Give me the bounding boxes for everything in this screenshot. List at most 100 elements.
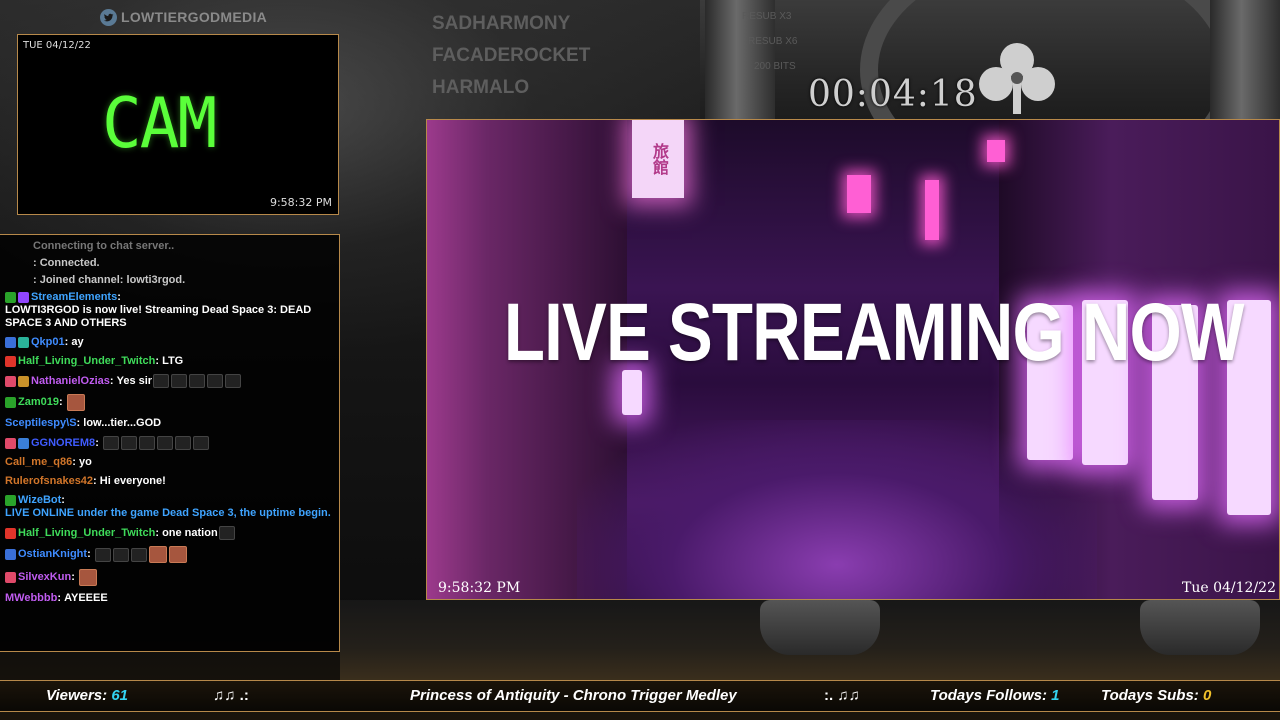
chat-emote-icon xyxy=(218,526,235,540)
chat-emote-icon xyxy=(138,436,155,450)
chat-badge-icon xyxy=(5,356,16,367)
chat-message-text: LTG xyxy=(162,355,184,367)
chat-badge-icon xyxy=(18,337,29,348)
chat-username[interactable]: Zam019 xyxy=(18,396,59,409)
neon-light xyxy=(847,175,871,213)
chat-badge-icon xyxy=(5,292,16,303)
chat-username[interactable]: Sceptilespy\S xyxy=(5,417,77,430)
viewers-count: 61 xyxy=(111,687,129,704)
chat-message: SilvexKun: xyxy=(5,569,333,586)
chat-emote-icon xyxy=(189,374,206,388)
live-streaming-title: LIVE STREAMING NOW xyxy=(503,287,1245,378)
chat-message: Sceptilespy\S: low...tier...GOD xyxy=(5,417,333,430)
music-note-right-icon: :. ♫♫ xyxy=(824,687,860,704)
chat-username[interactable]: Call_me_q86 xyxy=(5,456,72,469)
now-playing-song: Princess of Antiquity - Chrono Trigger M… xyxy=(410,687,737,704)
pillar-base xyxy=(1140,600,1260,655)
video-date: Tue 04/12/22 xyxy=(1182,580,1276,596)
cam-time: 9:58:32 PM xyxy=(269,196,332,209)
pillar-base xyxy=(760,600,880,655)
neon-light xyxy=(987,140,1005,162)
chat-message: WizeBot: LIVE ONLINE under the game Dead… xyxy=(5,494,333,520)
chat-message: Call_me_q86: yo xyxy=(5,456,333,469)
chat-username[interactable]: WizeBot xyxy=(18,494,61,507)
chat-badge-icon xyxy=(18,437,29,449)
chat-username[interactable]: StreamElements xyxy=(31,291,117,304)
recent-event-type: RESUB X6 xyxy=(748,36,798,47)
chat-system-message: : Connected. xyxy=(33,257,100,269)
chat-badge-icon xyxy=(5,375,16,387)
chat-username[interactable]: Half_Living_Under_Twitch xyxy=(18,527,155,540)
chat-panel[interactable]: Connecting to chat server.. : Connected.… xyxy=(0,234,340,652)
chat-separator: : xyxy=(109,374,117,387)
chat-badge-icon xyxy=(5,527,16,539)
recent-event-name: HARMALO xyxy=(432,77,530,98)
neon-light xyxy=(925,180,939,240)
video-time: 9:58:32 PM xyxy=(438,580,521,596)
chat-badge-icon xyxy=(18,375,29,387)
neon-sign-text: 旅館 xyxy=(650,143,667,175)
chat-separator: : xyxy=(71,571,78,583)
webcam-placeholder: TUE 04/12/22 CAM 9:58:32 PM xyxy=(17,34,339,215)
cam-date: TUE 04/12/22 xyxy=(23,40,91,51)
subs-stat: Todays Subs: 0 xyxy=(1101,687,1211,704)
chat-separator: : xyxy=(93,475,100,487)
chat-username[interactable]: MWebbbb xyxy=(5,592,57,605)
chat-emote-icon xyxy=(120,436,137,450)
chat-message-text: low...tier...GOD xyxy=(83,417,162,429)
recent-event-name: SADHARMONY xyxy=(432,13,571,34)
chat-emote-icon xyxy=(171,374,188,388)
chat-username[interactable]: Qkp01 xyxy=(31,336,65,349)
chat-username[interactable]: Rulerofsnakes42 xyxy=(5,475,93,488)
chat-emote-icon xyxy=(207,374,224,388)
recent-event-name: FACADEROCKET xyxy=(432,45,591,66)
wet-street xyxy=(577,420,1097,599)
chat-emote-icon xyxy=(225,374,242,388)
chat-message: Half_Living_Under_Twitch: LTG xyxy=(5,355,333,368)
twitter-bird-icon xyxy=(100,8,117,26)
chat-emote-icon xyxy=(192,436,209,450)
chat-message-text: yo xyxy=(79,456,92,468)
chat-separator: : xyxy=(64,336,72,348)
chat-separator: : xyxy=(61,494,69,506)
chat-message-text: Yes sir xyxy=(116,374,153,387)
neon-sign: 旅館 xyxy=(632,120,684,198)
chat-badge-icon xyxy=(5,572,16,583)
follows-count: 1 xyxy=(1051,687,1060,704)
chat-emote-icon xyxy=(153,374,170,388)
chat-message: Rulerofsnakes42: Hi everyone! xyxy=(5,475,333,488)
chat-emote-icon xyxy=(94,547,111,562)
chat-message-text: AYEEEE xyxy=(64,592,108,604)
clover-ornament-icon xyxy=(979,43,1055,114)
uptime-timer: 00:04:18 xyxy=(808,74,978,115)
chat-message: NathanielOzias: Yes sir xyxy=(5,374,333,388)
chat-message: StreamElements: LOWTI3RGOD is now live! … xyxy=(5,291,333,330)
cam-label: CAM xyxy=(102,83,217,164)
chat-message: OstianKnight: xyxy=(5,546,333,563)
chat-face-emote-icon xyxy=(78,569,97,586)
chat-badge-icon xyxy=(5,549,16,560)
chat-separator: : xyxy=(58,396,66,408)
chat-emote-icon xyxy=(102,436,119,450)
viewers-stat: Viewers: 61 xyxy=(46,687,128,704)
chat-system-message: : Joined channel: lowti3rgod. xyxy=(33,274,186,286)
chat-separator: : xyxy=(117,291,124,303)
chat-username[interactable]: SilvexKun xyxy=(18,571,71,584)
chat-message-list: Connecting to chat server.. : Connected.… xyxy=(5,240,333,611)
twitter-handle-text: LOWTIERGODMEDIA xyxy=(121,9,268,25)
chat-emote-icon xyxy=(174,436,191,450)
chat-username[interactable]: Half_Living_Under_Twitch xyxy=(18,355,155,368)
chat-message-text: Hi everyone! xyxy=(99,475,166,487)
chat-badge-icon xyxy=(5,337,16,348)
chat-separator: : xyxy=(76,417,84,429)
chat-message: GGNOREM8: xyxy=(5,436,333,450)
chat-message-text: one nation xyxy=(162,526,218,539)
chat-emote-icon xyxy=(156,436,173,450)
chat-username[interactable]: NathanielOzias xyxy=(31,375,110,388)
chat-username[interactable]: GGNOREM8 xyxy=(31,437,95,450)
chat-separator: : xyxy=(155,526,163,539)
chat-username[interactable]: OstianKnight xyxy=(18,548,87,561)
follows-label: Todays Follows: xyxy=(930,687,1047,704)
recent-event-type: 200 BITS xyxy=(754,61,796,72)
chat-face-emote-icon xyxy=(148,546,167,563)
